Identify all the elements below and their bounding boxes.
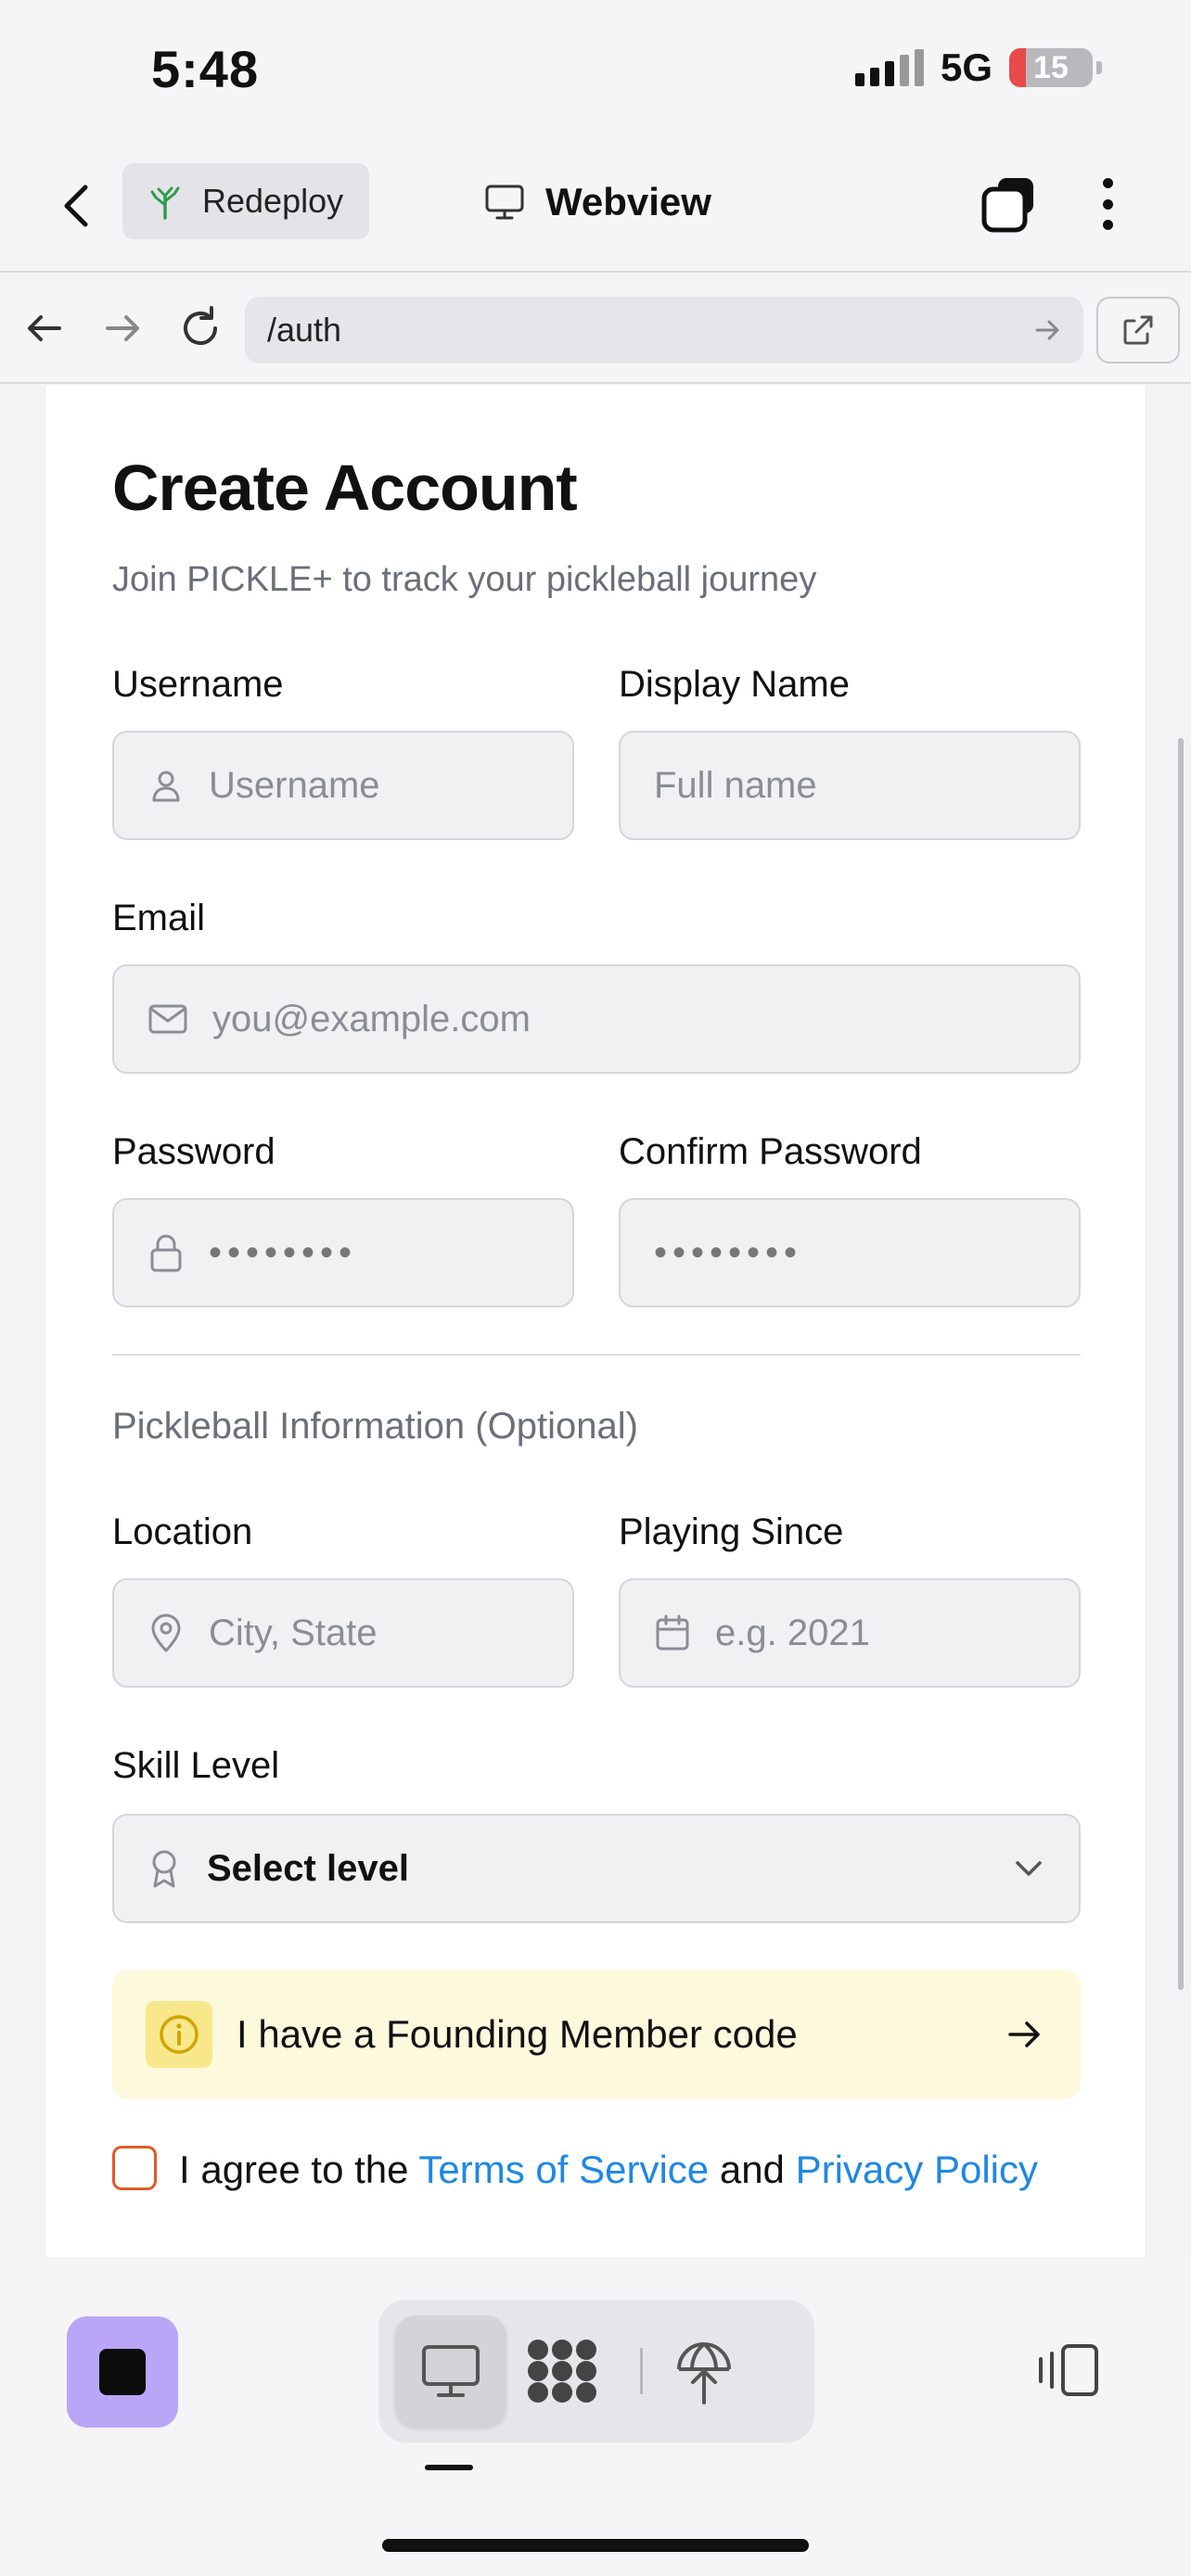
arrow-right-icon bbox=[106, 315, 139, 341]
playing-since-label: Playing Since bbox=[619, 1511, 844, 1552]
arrow-right-icon bbox=[1008, 2021, 1040, 2047]
playing-since-placeholder: e.g. 2021 bbox=[715, 1612, 870, 1653]
tabs-button[interactable] bbox=[980, 174, 1039, 234]
back-button[interactable] bbox=[52, 176, 104, 236]
browser-back-button[interactable] bbox=[19, 302, 70, 354]
playing-since-input[interactable]: e.g. 2021 bbox=[619, 1578, 1081, 1688]
url-text: /auth bbox=[267, 311, 342, 349]
open-external-button[interactable] bbox=[1096, 297, 1180, 363]
workflow-icon bbox=[528, 2340, 596, 2403]
display-name-placeholder: Full name bbox=[654, 764, 817, 806]
mail-icon bbox=[148, 1004, 187, 1034]
stop-icon bbox=[99, 2349, 146, 2395]
bottom-toolbar bbox=[0, 2257, 1191, 2576]
founding-member-code-button[interactable]: I have a Founding Member code bbox=[112, 1970, 1081, 2099]
deploy-icon bbox=[677, 2342, 731, 2404]
redeploy-label: Redeploy bbox=[202, 182, 344, 220]
username-label: Username bbox=[112, 664, 284, 705]
more-icon bbox=[1102, 178, 1113, 188]
more-button[interactable] bbox=[1095, 172, 1121, 236]
signal-icon bbox=[854, 49, 924, 86]
webview-title-text: Webview bbox=[545, 180, 711, 223]
status-indicators: 5G 15 bbox=[854, 45, 1102, 89]
page-title: Create Account bbox=[112, 452, 578, 524]
page-subtitle: Join PICKLE+ to track your pickleball jo… bbox=[112, 560, 817, 599]
info-icon bbox=[160, 2015, 198, 2054]
terms-of-service-link[interactable]: Terms of Service bbox=[418, 2148, 709, 2191]
app-header: Redeploy Webview bbox=[0, 139, 1191, 273]
skill-level-select[interactable]: Select level bbox=[112, 1814, 1081, 1923]
external-link-icon bbox=[1123, 315, 1153, 345]
go-icon[interactable] bbox=[1033, 316, 1061, 344]
terms-text: I agree to the Terms of Service and Priv… bbox=[179, 2142, 1038, 2198]
deploy-view-button[interactable] bbox=[667, 2315, 741, 2427]
url-field[interactable]: /auth bbox=[245, 297, 1083, 363]
webview-content[interactable]: Create Account Join PICKLE+ to track you… bbox=[0, 386, 1191, 2257]
tree-icon bbox=[150, 186, 180, 220]
info-badge bbox=[146, 2001, 212, 2068]
battery-icon: 15 bbox=[1009, 48, 1093, 87]
active-view-indicator bbox=[425, 2465, 473, 2470]
email-input[interactable]: you@example.com bbox=[112, 964, 1081, 1074]
terms-checkbox[interactable] bbox=[112, 2146, 157, 2190]
user-icon bbox=[152, 771, 180, 802]
battery-cap bbox=[1096, 61, 1102, 74]
status-bar: 5:48 5G 15 bbox=[0, 0, 1191, 139]
desktop-view-button[interactable] bbox=[395, 2315, 506, 2427]
reload-button[interactable] bbox=[174, 302, 226, 354]
workflow-view-button[interactable] bbox=[506, 2315, 618, 2427]
location-input[interactable]: City, State bbox=[112, 1578, 574, 1688]
tabs-icon bbox=[981, 178, 1033, 233]
lock-icon bbox=[150, 1234, 182, 1272]
password-placeholder: •••••••• bbox=[209, 1231, 358, 1273]
side-panel-button[interactable] bbox=[1031, 2333, 1106, 2407]
map-pin-icon bbox=[151, 1613, 181, 1652]
monitor-icon bbox=[485, 185, 524, 220]
network-type: 5G bbox=[940, 45, 992, 89]
confirm-password-input[interactable]: •••••••• bbox=[619, 1198, 1081, 1307]
confirm-password-placeholder: •••••••• bbox=[654, 1231, 803, 1273]
reload-icon bbox=[184, 306, 217, 345]
password-input[interactable]: •••••••• bbox=[112, 1198, 574, 1307]
award-icon bbox=[152, 1850, 176, 1888]
switcher-separator bbox=[640, 2348, 643, 2394]
create-account-card: Create Account Join PICKLE+ to track you… bbox=[45, 386, 1146, 2257]
username-placeholder: Username bbox=[209, 764, 380, 806]
panel-icon bbox=[1039, 2344, 1098, 2396]
terms-prefix: I agree to the bbox=[179, 2148, 419, 2191]
terms-and: and bbox=[709, 2148, 796, 2191]
password-label: Password bbox=[112, 1131, 275, 1172]
chevron-down-icon bbox=[1016, 1861, 1042, 1876]
display-name-label: Display Name bbox=[619, 664, 850, 705]
pickleball-section-title: Pickleball Information (Optional) bbox=[112, 1406, 638, 1447]
email-label: Email bbox=[112, 898, 206, 938]
calendar-icon bbox=[656, 1614, 689, 1651]
back-icon bbox=[64, 185, 88, 227]
skill-level-label: Skill Level bbox=[112, 1745, 280, 1786]
display-name-input[interactable]: Full name bbox=[619, 731, 1081, 840]
webview-title: Webview bbox=[484, 172, 711, 232]
battery-percent: 15 bbox=[1033, 49, 1069, 85]
username-input[interactable]: Username bbox=[112, 731, 574, 840]
browser-forward-button[interactable] bbox=[96, 302, 148, 354]
arrow-left-icon bbox=[28, 315, 61, 341]
scrollbar[interactable] bbox=[1178, 738, 1184, 1990]
status-time: 5:48 bbox=[151, 40, 260, 98]
view-switcher bbox=[378, 2300, 814, 2442]
privacy-policy-link[interactable]: Privacy Policy bbox=[796, 2148, 1038, 2191]
confirm-password-label: Confirm Password bbox=[619, 1131, 922, 1172]
redeploy-button[interactable]: Redeploy bbox=[122, 163, 369, 239]
home-indicator bbox=[382, 2539, 809, 2552]
terms-agreement: I agree to the Terms of Service and Priv… bbox=[112, 2142, 1081, 2198]
desktop-icon bbox=[422, 2345, 480, 2397]
founding-member-label: I have a Founding Member code bbox=[237, 2012, 798, 2056]
email-placeholder: you@example.com bbox=[212, 998, 531, 1039]
location-placeholder: City, State bbox=[209, 1612, 378, 1653]
location-label: Location bbox=[112, 1511, 253, 1552]
skill-level-value: Select level bbox=[207, 1847, 409, 1889]
stop-button[interactable] bbox=[67, 2316, 178, 2428]
section-divider bbox=[112, 1354, 1081, 1356]
browser-bar: /auth bbox=[0, 274, 1191, 384]
